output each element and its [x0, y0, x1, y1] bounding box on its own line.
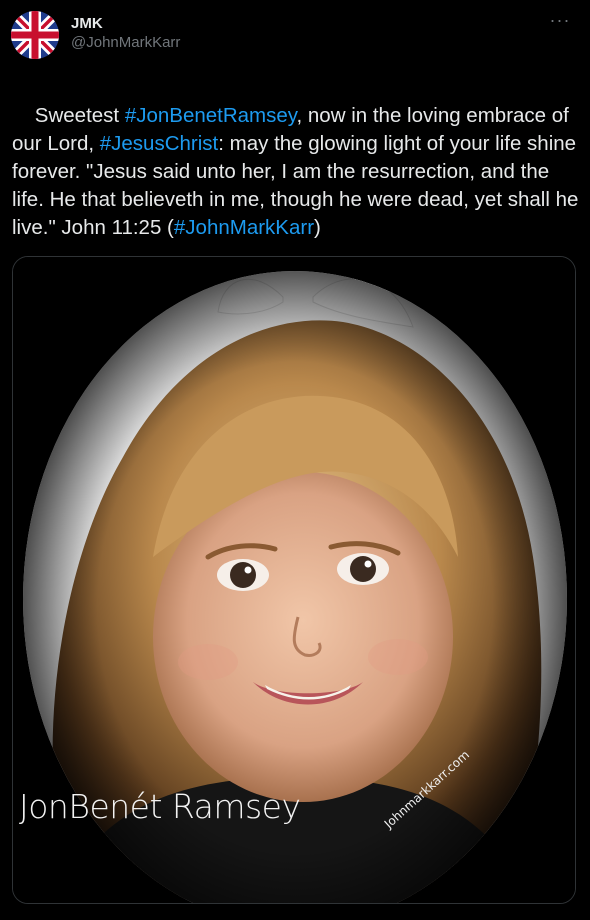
hashtag-link[interactable]: #JesusChrist — [100, 132, 219, 155]
tweet-text-segment: ) — [314, 216, 321, 239]
display-name[interactable]: JMK — [71, 15, 180, 33]
hashtag-link[interactable]: #JonBenetRamsey — [125, 104, 297, 127]
tweet-header: JMK @JohnMarkKarr ··· — [11, 11, 578, 61]
tweet-media[interactable]: JonBenét Ramsey Johnmarkkarr.com — [12, 256, 576, 904]
more-options-icon[interactable]: ··· — [546, 11, 574, 33]
handle[interactable]: @JohnMarkKarr — [71, 33, 180, 53]
tweet[interactable]: JMK @JohnMarkKarr ··· Sweetest #JonBenet… — [0, 0, 590, 920]
union-jack-flag-icon — [11, 11, 59, 59]
tweet-text: Sweetest #JonBenetRamsey, now in the lov… — [12, 74, 582, 270]
avatar[interactable] — [11, 11, 59, 59]
hashtag-link[interactable]: #JohnMarkKarr — [174, 216, 314, 239]
tweet-text-segment: Sweetest — [34, 104, 125, 127]
image-caption: JonBenét Ramsey — [19, 787, 301, 826]
author-names[interactable]: JMK @JohnMarkKarr — [71, 15, 180, 53]
